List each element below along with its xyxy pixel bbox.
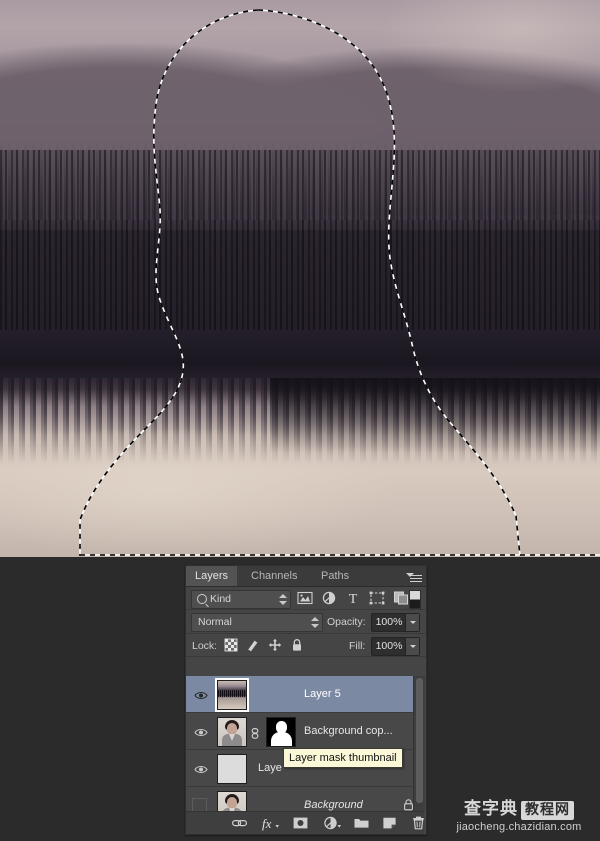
- layer-row-layer-5[interactable]: Layer 5: [186, 676, 424, 713]
- chevron-down-icon[interactable]: [405, 638, 419, 655]
- layer-name[interactable]: Background: [304, 799, 363, 811]
- watermark-logo-boxed: 教程网: [521, 801, 574, 820]
- svg-text:T: T: [349, 592, 358, 606]
- watermark-url: jiaocheng.chazidian.com: [456, 821, 582, 833]
- layer-name[interactable]: Layer 5: [304, 688, 341, 700]
- tab-layers[interactable]: Layers: [186, 566, 238, 586]
- layer-thumbnail[interactable]: [215, 678, 249, 712]
- filter-toggle-switch[interactable]: [409, 590, 421, 609]
- fill-label: Fill:: [349, 640, 366, 652]
- filter-kind-label: Kind: [210, 593, 232, 605]
- layer-filter-row: Kind T: [186, 587, 426, 610]
- water-sheen: [0, 430, 600, 557]
- new-layer-icon[interactable]: [381, 815, 398, 831]
- add-layer-mask-icon[interactable]: [292, 815, 309, 831]
- lock-transparent-pixels-icon[interactable]: [224, 638, 238, 652]
- new-group-icon[interactable]: [353, 815, 370, 831]
- layer-visibility-icon[interactable]: [194, 762, 208, 774]
- layer-list-scrollbar[interactable]: [413, 676, 425, 811]
- blend-mode-value: Normal: [198, 616, 232, 628]
- delete-layer-icon[interactable]: [410, 815, 427, 831]
- tooltip-layer-mask-thumbnail: Layer mask thumbnail: [283, 748, 403, 768]
- smart-object-filter-icon[interactable]: [392, 590, 410, 606]
- chevron-updown-icon: [279, 594, 287, 605]
- watermark: 查字典 教程网 jiaocheng.chazidian.com: [444, 800, 594, 834]
- chevron-updown-icon: [311, 617, 319, 628]
- pixel-layers-filter-icon[interactable]: [296, 590, 314, 606]
- panel-tab-bar: Layers Channels Paths: [186, 566, 426, 587]
- shape-layers-filter-icon[interactable]: [368, 590, 386, 606]
- layer-name[interactable]: Laye: [258, 762, 282, 774]
- fill-field[interactable]: 100%: [371, 637, 420, 656]
- watermark-logo: 查字典 教程网: [444, 800, 594, 820]
- document-canvas[interactable]: [0, 0, 600, 557]
- layer-row-background-copy[interactable]: Background cop...: [186, 713, 424, 750]
- lock-label: Lock:: [192, 640, 218, 652]
- link-layers-icon[interactable]: [231, 815, 248, 831]
- layer-visibility-icon[interactable]: [194, 725, 208, 737]
- tab-channels[interactable]: Channels: [242, 566, 306, 586]
- lock-position-icon[interactable]: [268, 638, 282, 652]
- ridge-highlight: [330, 0, 600, 120]
- layer-visibility-icon[interactable]: [194, 688, 208, 700]
- chevron-down-icon[interactable]: [405, 614, 419, 631]
- filter-kind-select[interactable]: Kind: [191, 590, 291, 609]
- type-layers-filter-icon[interactable]: T: [344, 590, 362, 606]
- forest-treeline: [0, 140, 600, 220]
- layer-thumbnail[interactable]: [217, 717, 247, 747]
- search-icon: [197, 594, 207, 604]
- watermark-logo-main: 查字典: [464, 799, 518, 819]
- tab-paths[interactable]: Paths: [312, 566, 358, 586]
- fill-value: 100%: [375, 640, 403, 652]
- photo-image: [0, 0, 600, 557]
- new-adjustment-layer-icon[interactable]: [323, 815, 341, 831]
- layer-name[interactable]: Background cop...: [304, 725, 393, 737]
- blend-mode-row: Normal Opacity: 100%: [186, 610, 426, 634]
- svg-text:fx: fx: [262, 816, 272, 831]
- opacity-field[interactable]: 100%: [371, 613, 420, 632]
- layer-list[interactable]: Layer 5 Background cop... Laye Backgroun…: [186, 676, 424, 823]
- panel-menu-icon[interactable]: [406, 570, 422, 583]
- layer-thumbnail[interactable]: [217, 754, 247, 784]
- opacity-label: Opacity:: [327, 616, 366, 628]
- mask-link-icon[interactable]: [250, 726, 260, 739]
- layers-panel: Layers Channels Paths Kind T Normal Opac…: [185, 565, 427, 835]
- lock-all-icon[interactable]: [290, 638, 304, 652]
- adjustment-layers-filter-icon[interactable]: [320, 590, 338, 606]
- layer-style-fx-icon[interactable]: fx: [261, 815, 279, 831]
- lock-row: Lock: Fill: 100%: [186, 634, 426, 657]
- opacity-value: 100%: [375, 616, 403, 628]
- lock-image-pixels-icon[interactable]: [246, 638, 260, 652]
- blend-mode-select[interactable]: Normal: [191, 613, 323, 632]
- scrollbar-thumb[interactable]: [416, 678, 423, 803]
- layer-mask-thumbnail[interactable]: [266, 717, 296, 747]
- layers-panel-toolbar: fx: [186, 811, 424, 834]
